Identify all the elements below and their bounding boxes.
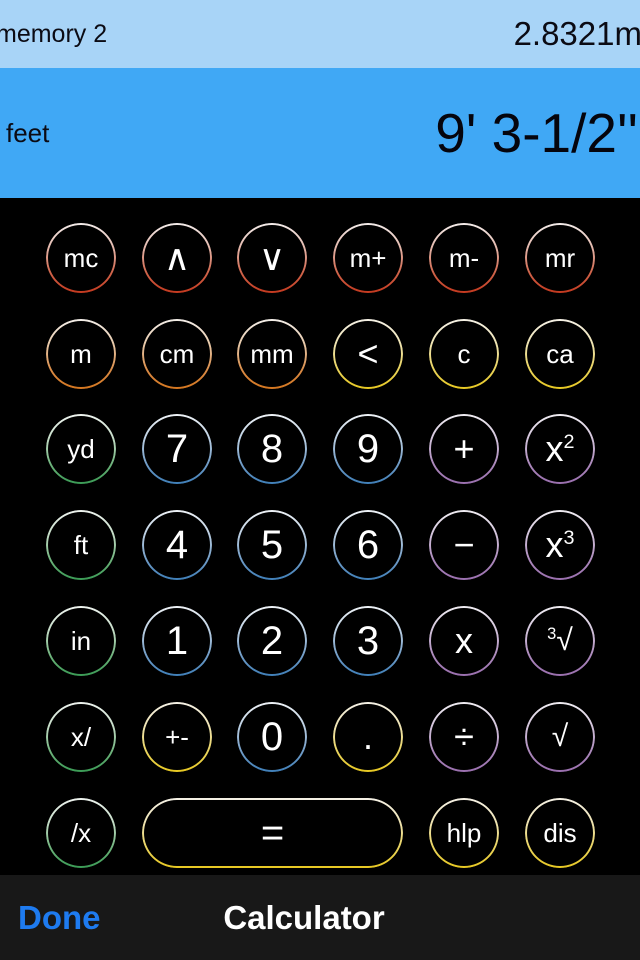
key-sqrt[interactable]: √ bbox=[525, 702, 595, 772]
key-minus[interactable]: − bbox=[429, 510, 499, 580]
key-2[interactable]: 2 bbox=[237, 606, 307, 676]
key-label: 4 bbox=[165, 523, 189, 567]
key-9[interactable]: 9 bbox=[333, 414, 403, 484]
key-label: x bbox=[455, 620, 473, 661]
key-x-squared[interactable]: x2 bbox=[525, 414, 595, 484]
key-decimal[interactable]: . bbox=[333, 702, 403, 772]
key-multiply[interactable]: x bbox=[429, 606, 499, 676]
key-yd[interactable]: yd bbox=[46, 414, 116, 484]
key-mm[interactable]: mm bbox=[237, 319, 307, 389]
key-label: mm bbox=[250, 339, 294, 369]
key-divide[interactable]: ÷ bbox=[429, 702, 499, 772]
key-label: cm bbox=[159, 339, 195, 369]
key-label: 1 bbox=[165, 619, 189, 663]
key-plus-minus[interactable]: +- bbox=[142, 702, 212, 772]
key-plus[interactable]: + bbox=[429, 414, 499, 484]
key-ft[interactable]: ft bbox=[46, 510, 116, 580]
key-cube-root[interactable]: 3√ bbox=[525, 606, 595, 676]
key-0[interactable]: 0 bbox=[237, 702, 307, 772]
key-backspace[interactable]: < bbox=[333, 319, 403, 389]
memory-label: memory 2 bbox=[0, 19, 108, 48]
key-in[interactable]: in bbox=[46, 606, 116, 676]
key-up[interactable]: ∧ bbox=[142, 223, 212, 293]
key-label: ft bbox=[73, 530, 89, 560]
key-label: < bbox=[357, 333, 379, 374]
key-c[interactable]: c bbox=[429, 319, 499, 389]
key-label: − bbox=[453, 524, 475, 565]
key-label: in bbox=[70, 626, 92, 656]
key-superscript: 3 bbox=[547, 625, 557, 643]
key-label: /x bbox=[70, 818, 92, 848]
key-label: c bbox=[457, 339, 471, 369]
key-label: +- bbox=[165, 722, 189, 752]
key-label: 3√ bbox=[547, 624, 573, 657]
key-cm[interactable]: cm bbox=[142, 319, 212, 389]
main-display[interactable]: feet 9' 3-1/2'' bbox=[0, 68, 640, 198]
key-superscript: 3 bbox=[563, 527, 575, 549]
key-label: 0 bbox=[260, 715, 284, 759]
key-label: x3 bbox=[545, 524, 575, 565]
key-mr[interactable]: mr bbox=[525, 223, 595, 293]
key-label: mc bbox=[63, 243, 99, 273]
key-label: √ bbox=[551, 720, 569, 753]
key-label: x2 bbox=[545, 428, 575, 469]
key-m[interactable]: m bbox=[46, 319, 116, 389]
key-label: 2 bbox=[260, 619, 284, 663]
key-m-minus[interactable]: m- bbox=[429, 223, 499, 293]
key-label: m+ bbox=[349, 243, 387, 273]
key-label: ÷ bbox=[454, 716, 474, 757]
display-unit-label: feet bbox=[6, 117, 50, 148]
key-label: 3 bbox=[356, 619, 380, 663]
key-1[interactable]: 1 bbox=[142, 606, 212, 676]
key-label: mr bbox=[544, 243, 576, 273]
key-label: yd bbox=[67, 434, 95, 464]
key-5[interactable]: 5 bbox=[237, 510, 307, 580]
key-m-plus[interactable]: m+ bbox=[333, 223, 403, 293]
key-label: ∧ bbox=[163, 237, 191, 278]
key-label: ca bbox=[546, 339, 574, 369]
key-label: m bbox=[70, 339, 92, 369]
key-hlp[interactable]: hlp bbox=[429, 798, 499, 868]
display-value: 9' 3-1/2'' bbox=[435, 102, 638, 164]
footer-toolbar: Done Calculator bbox=[0, 875, 640, 960]
key-over-x[interactable]: /x bbox=[46, 798, 116, 868]
key-6[interactable]: 6 bbox=[333, 510, 403, 580]
key-ca[interactable]: ca bbox=[525, 319, 595, 389]
memory-value: 2.8321m bbox=[513, 15, 640, 52]
key-mc[interactable]: mc bbox=[46, 223, 116, 293]
key-label: m- bbox=[448, 243, 480, 273]
key-label: ∨ bbox=[258, 237, 286, 278]
keypad: mc ∧ ∨ m+ m-mr m cm mm < c ca yd 7 8 9 + x2 ft 4 5 6− x3 in 1 2 3… bbox=[0, 198, 640, 875]
key-label: + bbox=[453, 428, 475, 469]
key-label: 9 bbox=[356, 427, 380, 471]
key-label: = bbox=[260, 811, 285, 855]
key-down[interactable]: ∨ bbox=[237, 223, 307, 293]
key-label: 6 bbox=[356, 523, 380, 567]
key-label: 5 bbox=[260, 523, 284, 567]
calculator-app: memory 2 2.8321m feet 9' 3-1/2'' mc ∧ ∨ m+ m… bbox=[0, 0, 640, 960]
key-3[interactable]: 3 bbox=[333, 606, 403, 676]
key-superscript: 2 bbox=[563, 431, 575, 453]
key-label: dis bbox=[543, 818, 577, 848]
key-x-cubed[interactable]: x3 bbox=[525, 510, 595, 580]
key-dis[interactable]: dis bbox=[525, 798, 595, 868]
key-label: 7 bbox=[165, 427, 189, 471]
key-label: . bbox=[362, 716, 373, 757]
key-equals[interactable]: = bbox=[142, 798, 403, 868]
key-4[interactable]: 4 bbox=[142, 510, 212, 580]
key-8[interactable]: 8 bbox=[237, 414, 307, 484]
key-label: 8 bbox=[260, 427, 284, 471]
page-title: Calculator bbox=[223, 898, 385, 936]
memory-bar[interactable]: memory 2 2.8321m bbox=[0, 0, 640, 68]
key-label: hlp bbox=[446, 818, 482, 848]
key-x-over[interactable]: x/ bbox=[46, 702, 116, 772]
key-label: x/ bbox=[70, 722, 92, 752]
key-7[interactable]: 7 bbox=[142, 414, 212, 484]
